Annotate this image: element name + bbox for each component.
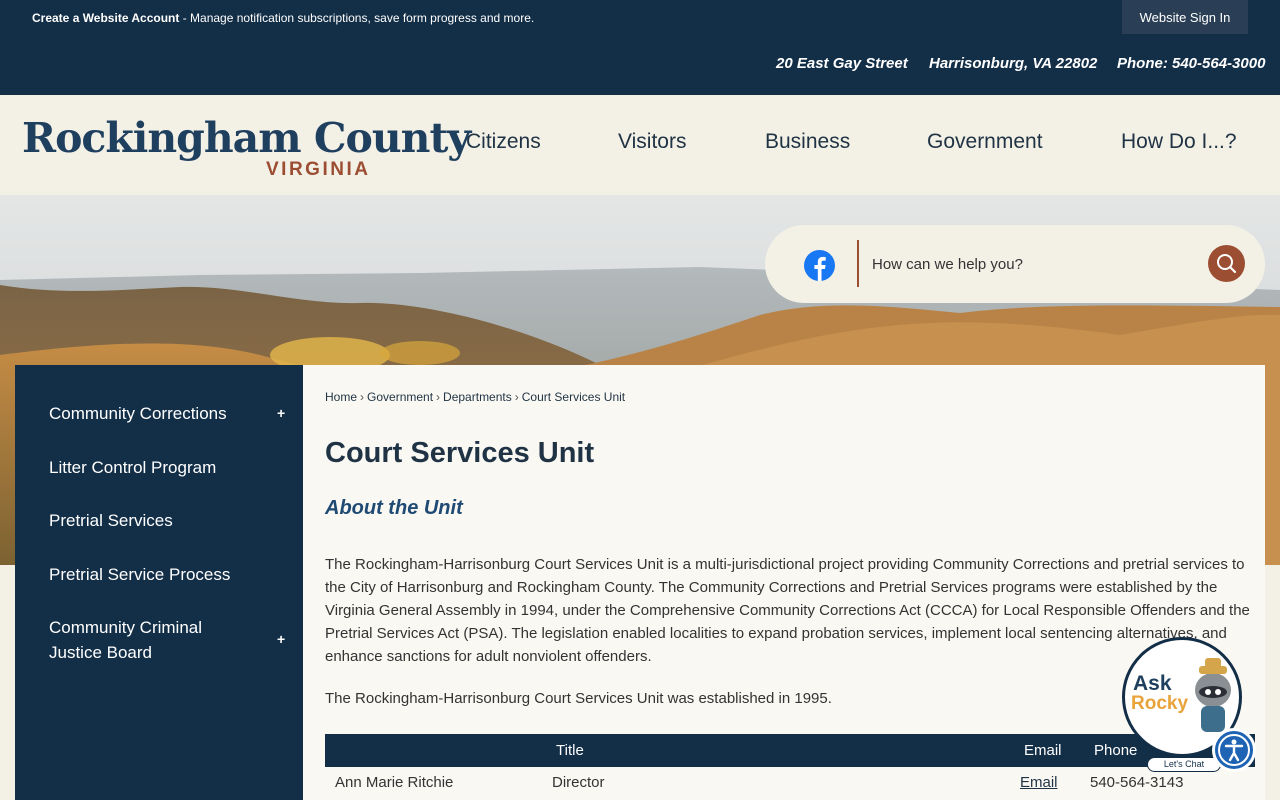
search-divider [857,240,859,287]
staff-name: Ann Marie Ritchie [335,774,454,791]
nav-government[interactable]: Government [927,130,1043,154]
sidebar-item-pretrial-service-process[interactable]: Pretrial Service Process [49,562,230,587]
search-icon [1217,254,1237,274]
site-logo[interactable]: Rockingham County [22,114,471,162]
table-header-title: Title [556,742,584,759]
sidebar-item-ccjb[interactable]: Community Criminal Justice Board [49,615,249,665]
address-street[interactable]: 20 East Gay Street [776,55,908,72]
site-header: Rockingham County VIRGINIA Citizens Visi… [0,95,1280,195]
sidebar-item-community-corrections[interactable]: Community Corrections [49,401,227,426]
nav-visitors[interactable]: Visitors [618,130,686,154]
section-heading: About the Unit [325,497,463,519]
nav-business[interactable]: Business [765,130,850,154]
staff-email-link[interactable]: Email [1020,774,1058,791]
site-logo-subtitle[interactable]: VIRGINIA [266,159,370,181]
sidebar-item-litter-control[interactable]: Litter Control Program [49,455,216,480]
breadcrumb-departments[interactable]: Departments [443,390,512,404]
nav-citizens[interactable]: Citizens [466,130,541,154]
breadcrumb-current: Court Services Unit [521,390,626,404]
breadcrumb-separator: › [360,390,365,404]
search-button[interactable] [1208,245,1245,282]
staff-phone: 540-564-3143 [1090,774,1184,791]
create-account-link[interactable]: Create a Website Account [32,11,179,25]
lets-chat-button[interactable]: Let's Chat [1147,757,1221,772]
breadcrumb-separator: › [514,390,519,404]
address-bar: 20 East Gay Street Harrisonburg, VA 2280… [0,36,1280,95]
accessibility-icon[interactable] [1212,728,1256,772]
about-paragraph: The Rockingham-Harrisonburg Court Servic… [325,556,1250,665]
page-title: Court Services Unit [325,437,595,469]
sidebar-item-pretrial-services[interactable]: Pretrial Services [49,508,173,533]
established-paragraph: The Rockingham-Harrisonburg Court Servic… [325,690,832,707]
breadcrumb-separator: › [436,390,441,404]
address-phone[interactable]: Phone: 540-564-3000 [1117,55,1265,72]
staff-email-cell: Email [1020,774,1058,791]
facebook-icon[interactable] [804,250,835,281]
address-city[interactable]: Harrisonburg, VA 22802 [929,55,1097,72]
create-account-banner[interactable]: Create a Website Account - Manage notifi… [32,11,534,25]
table-header-email: Email [1024,742,1062,759]
breadcrumb: Home › Government › Departments › Court Servic… [325,390,625,404]
staff-title: Director [552,774,605,791]
create-account-description: - Manage notification subscriptions, sav… [179,11,535,25]
expand-icon[interactable]: + [277,631,285,647]
breadcrumb-home[interactable]: Home [325,390,357,404]
breadcrumb-government[interactable]: Government [367,390,433,404]
search-input[interactable] [872,248,1192,280]
expand-icon[interactable]: + [277,405,285,421]
website-sign-in-button[interactable]: Website Sign In [1122,0,1248,34]
top-utility-bar: Create a Website Account - Manage notifi… [0,0,1280,36]
sidebar-nav: Community Corrections + Litter Control P… [15,365,303,800]
chat-widget-name[interactable]: Rocky [1131,693,1188,715]
nav-how-do-i[interactable]: How Do I...? [1121,130,1237,154]
